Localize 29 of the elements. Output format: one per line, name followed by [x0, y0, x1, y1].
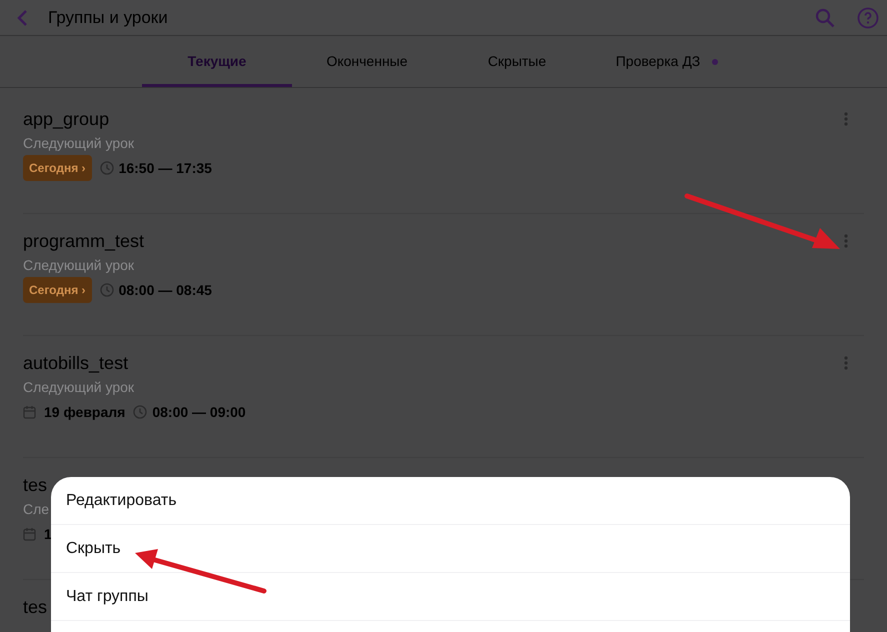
- tab[interactable]: Оконченные: [292, 36, 442, 87]
- page-title: Группы и уроки: [48, 6, 168, 29]
- calendar-icon: [23, 405, 36, 419]
- group-name: programm_test: [23, 230, 144, 253]
- help-icon[interactable]: [857, 6, 879, 28]
- group-name: autobills_test: [23, 352, 128, 375]
- lesson-time: 16:50 — 17:35: [118, 158, 212, 178]
- lesson-date: 19 февраля: [44, 402, 126, 422]
- next-lesson-label: Следующий урок: [23, 256, 134, 275]
- menu-item[interactable]: Чат группы: [51, 573, 850, 621]
- group-name: tes: [23, 596, 48, 619]
- search-icon[interactable]: [815, 8, 835, 28]
- lesson-date: 1: [44, 524, 52, 544]
- lesson-time: 08:00 — 09:00: [152, 402, 246, 422]
- clock-icon: [100, 161, 114, 175]
- next-lesson-label: Следующий урок: [23, 378, 134, 397]
- tab[interactable]: Скрытые: [442, 36, 592, 87]
- today-badge[interactable]: Сегодня ›: [23, 155, 92, 181]
- next-lesson-label: Сле: [23, 500, 50, 519]
- lesson-time: 08:00 — 08:45: [118, 280, 212, 300]
- today-badge[interactable]: Сегодня ›: [23, 277, 92, 303]
- group-name: tes: [23, 474, 48, 497]
- group-name: app_group: [23, 108, 110, 131]
- tab[interactable]: Проверка ДЗ: [592, 36, 742, 87]
- clock-icon: [133, 405, 148, 419]
- calendar-icon: [23, 527, 36, 541]
- menu-item[interactable]: Редактировать: [51, 477, 850, 525]
- next-lesson-label: Следующий урок: [23, 134, 134, 153]
- clock-icon: [100, 283, 114, 297]
